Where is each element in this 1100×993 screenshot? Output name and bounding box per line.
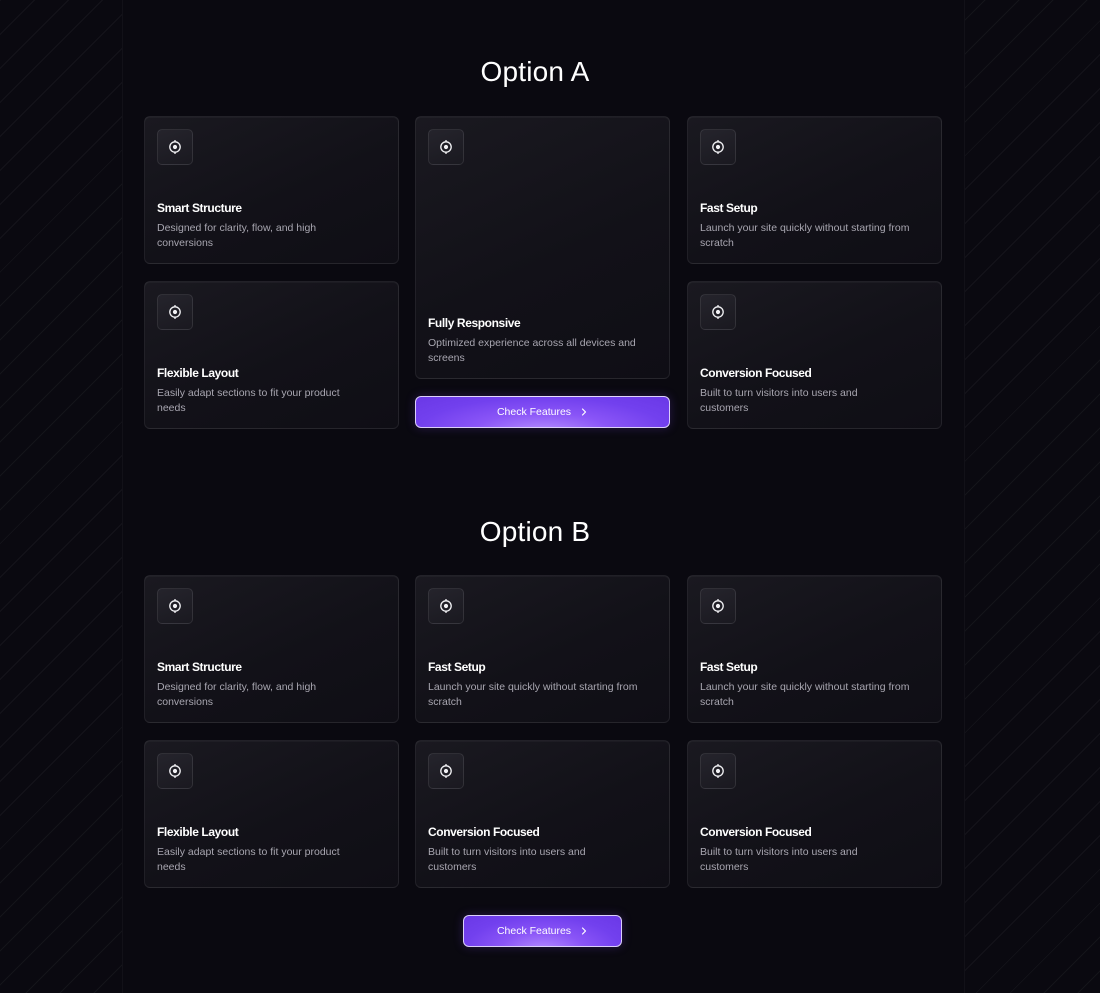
feature-card-flexible-layout: Flexible Layout Easily adapt sections to… bbox=[144, 740, 399, 888]
chevron-right-icon bbox=[581, 408, 587, 416]
feature-card-smart-structure: Smart Structure Designed for clarity, fl… bbox=[144, 116, 399, 264]
feature-card-conversion-focused: Conversion Focused Built to turn visitor… bbox=[687, 740, 942, 888]
feature-card-fast-setup: Fast Setup Launch your site quickly with… bbox=[415, 575, 670, 723]
target-icon bbox=[157, 588, 193, 624]
card-description: Easily adapt sections to fit your produc… bbox=[157, 387, 340, 414]
card-title: Conversion Focused bbox=[700, 825, 812, 839]
check-features-button[interactable]: Check Features bbox=[463, 915, 622, 947]
card-title: Conversion Focused bbox=[700, 366, 812, 380]
target-icon bbox=[428, 753, 464, 789]
card-description: Built to turn visitors into users and cu… bbox=[700, 846, 858, 873]
card-title: Fast Setup bbox=[700, 660, 758, 674]
card-title: Flexible Layout bbox=[157, 366, 239, 380]
button-label: Check Features bbox=[496, 406, 572, 418]
feature-card-fast-setup: Fast Setup Launch your site quickly with… bbox=[687, 116, 942, 264]
card-description: Designed for clarity, flow, and high con… bbox=[157, 681, 317, 708]
target-icon bbox=[157, 294, 193, 330]
target-icon bbox=[700, 294, 736, 330]
target-icon bbox=[428, 588, 464, 624]
card-description: Optimized experience across all devices … bbox=[428, 337, 636, 364]
feature-card-conversion-focused: Conversion Focused Built to turn visitor… bbox=[687, 281, 942, 429]
target-icon bbox=[157, 129, 193, 165]
card-title: Fast Setup bbox=[700, 201, 758, 215]
card-title: Smart Structure bbox=[157, 660, 242, 674]
card-title: Fast Setup bbox=[428, 660, 486, 674]
card-title: Smart Structure bbox=[157, 201, 242, 215]
section-title: Option A bbox=[480, 56, 590, 87]
check-features-button[interactable]: Check Features bbox=[415, 396, 670, 428]
target-icon bbox=[700, 588, 736, 624]
feature-card-fully-responsive: Fully Responsive Optimized experience ac… bbox=[415, 116, 670, 379]
target-icon bbox=[700, 753, 736, 789]
target-icon bbox=[428, 129, 464, 165]
card-title: Conversion Focused bbox=[428, 825, 540, 839]
chevron-right-icon bbox=[581, 927, 587, 935]
card-description: Designed for clarity, flow, and high con… bbox=[157, 222, 317, 249]
card-description: Built to turn visitors into users and cu… bbox=[700, 387, 858, 414]
target-icon bbox=[700, 129, 736, 165]
card-description: Built to turn visitors into users and cu… bbox=[428, 846, 586, 873]
feature-card-fast-setup: Fast Setup Launch your site quickly with… bbox=[687, 575, 942, 723]
target-icon bbox=[157, 753, 193, 789]
card-title: Fully Responsive bbox=[428, 316, 521, 330]
feature-card-smart-structure: Smart Structure Designed for clarity, fl… bbox=[144, 575, 399, 723]
card-description: Easily adapt sections to fit your produc… bbox=[157, 846, 340, 873]
feature-card-flexible-layout: Flexible Layout Easily adapt sections to… bbox=[144, 281, 399, 429]
card-description: Launch your site quickly without startin… bbox=[700, 222, 910, 249]
card-title: Flexible Layout bbox=[157, 825, 239, 839]
button-label: Check Features bbox=[496, 925, 572, 937]
card-description: Launch your site quickly without startin… bbox=[428, 681, 638, 708]
feature-card-conversion-focused: Conversion Focused Built to turn visitor… bbox=[415, 740, 670, 888]
card-description: Launch your site quickly without startin… bbox=[700, 681, 910, 708]
section-title: Option B bbox=[479, 516, 591, 547]
